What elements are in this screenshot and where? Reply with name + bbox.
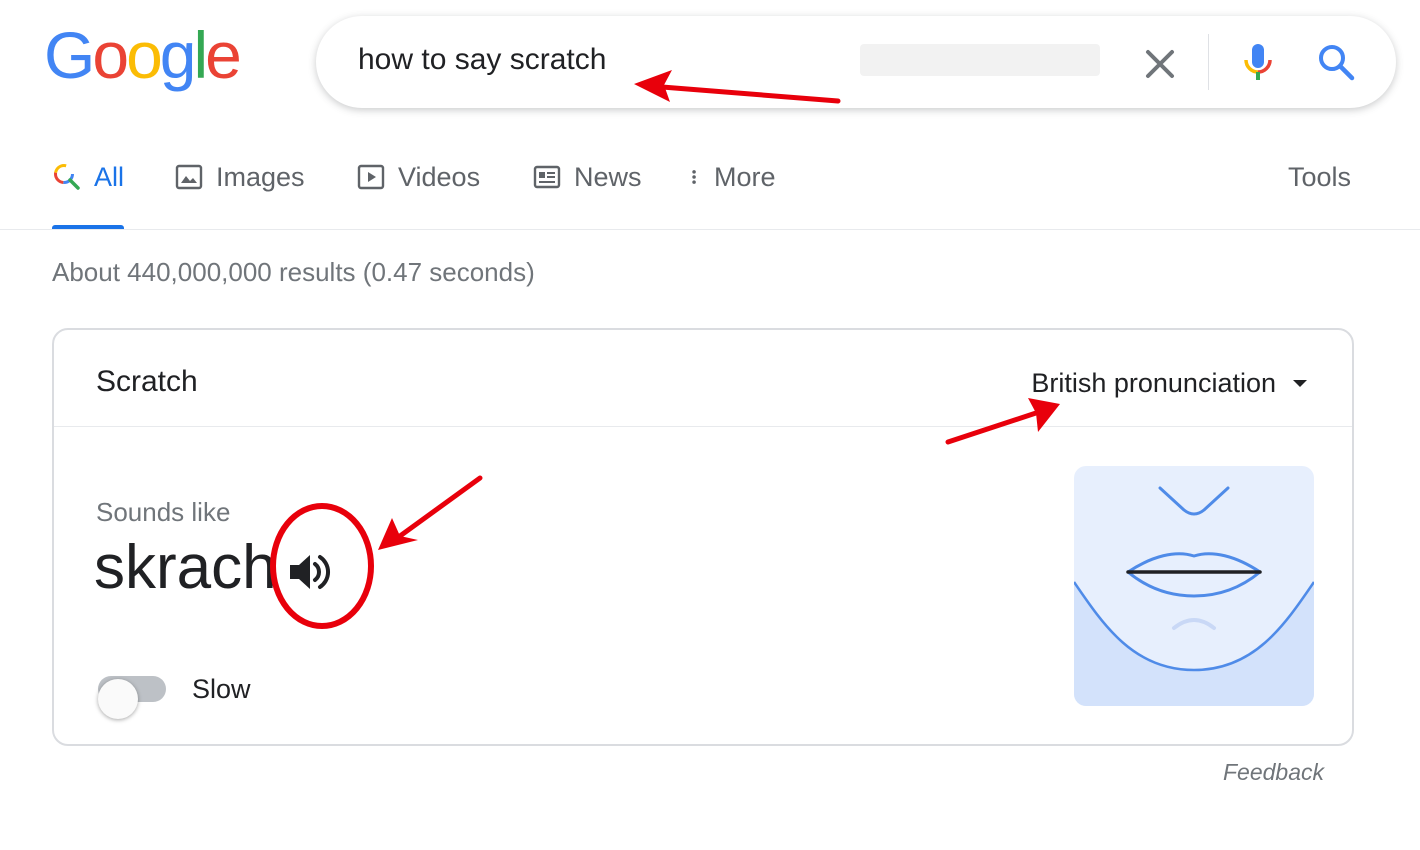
logo-letter: o — [92, 18, 129, 92]
tab-label: Images — [216, 162, 305, 192]
tools-label: Tools — [1288, 162, 1352, 192]
tab-all[interactable]: All — [52, 160, 124, 228]
slow-label: Slow — [192, 674, 251, 704]
caret-down-icon — [1293, 380, 1307, 387]
tab-images[interactable]: Images — [174, 160, 305, 228]
sounds-like-label: Sounds like — [96, 497, 231, 527]
results-stats: About 440,000,000 results (0.47 seconds) — [52, 257, 535, 287]
search-tabs: All Images Videos News More Tools — [52, 160, 1372, 230]
tab-videos[interactable]: Videos — [356, 160, 480, 228]
logo-letter: l — [193, 18, 209, 92]
pronunciation-card: Scratch British pronunciation Sounds lik… — [52, 328, 1354, 746]
mouth-illustration — [1074, 466, 1314, 706]
play-pronunciation-button[interactable] — [282, 544, 338, 600]
tab-more[interactable]: More — [686, 160, 776, 228]
logo-letter: e — [205, 18, 242, 92]
phonetic-spelling: skrach — [94, 533, 277, 602]
card-title: Scratch — [96, 365, 198, 398]
card-divider — [54, 426, 1352, 427]
logo-letter: o — [126, 18, 163, 92]
dialect-dropdown[interactable]: British pronunciation — [1031, 366, 1310, 400]
feedback-link[interactable]: Feedback — [1223, 758, 1324, 786]
search-submit-button[interactable] — [1312, 38, 1360, 86]
tab-label: News — [574, 162, 642, 192]
dialect-label: British pronunciation — [1031, 368, 1276, 398]
microphone-icon — [1244, 44, 1272, 80]
slow-toggle[interactable] — [98, 676, 166, 719]
google-logo[interactable]: Google — [44, 18, 242, 92]
close-icon — [1146, 50, 1174, 78]
magnifier-icon — [1319, 45, 1355, 81]
search-input[interactable]: how to say scratch — [358, 42, 606, 78]
toggle-knob[interactable] — [98, 679, 138, 719]
speaker-icon — [290, 555, 330, 589]
logo-letter: G — [44, 18, 95, 92]
tab-label: Videos — [398, 162, 481, 192]
clear-search-button[interactable] — [1136, 40, 1184, 88]
slow-toggle-row: Slow — [94, 666, 394, 719]
voice-search-button[interactable] — [1234, 38, 1282, 86]
tab-label: All — [94, 162, 125, 192]
image-icon — [175, 164, 203, 190]
search-results-page: Google how to say scratch All Images Vid… — [0, 0, 1420, 850]
search-icon — [54, 164, 80, 190]
redacted-region — [860, 44, 1100, 76]
tools-button[interactable]: Tools — [1288, 160, 1351, 228]
tab-news[interactable]: News — [532, 160, 642, 228]
search-box[interactable]: how to say scratch — [316, 16, 1396, 108]
tab-label: More — [714, 162, 776, 192]
search-box-divider — [1208, 34, 1209, 90]
more-vertical-icon — [692, 170, 696, 184]
newspaper-icon — [533, 165, 561, 189]
logo-letter: g — [159, 18, 197, 92]
play-icon — [357, 164, 385, 190]
tabs-divider — [0, 229, 1420, 230]
